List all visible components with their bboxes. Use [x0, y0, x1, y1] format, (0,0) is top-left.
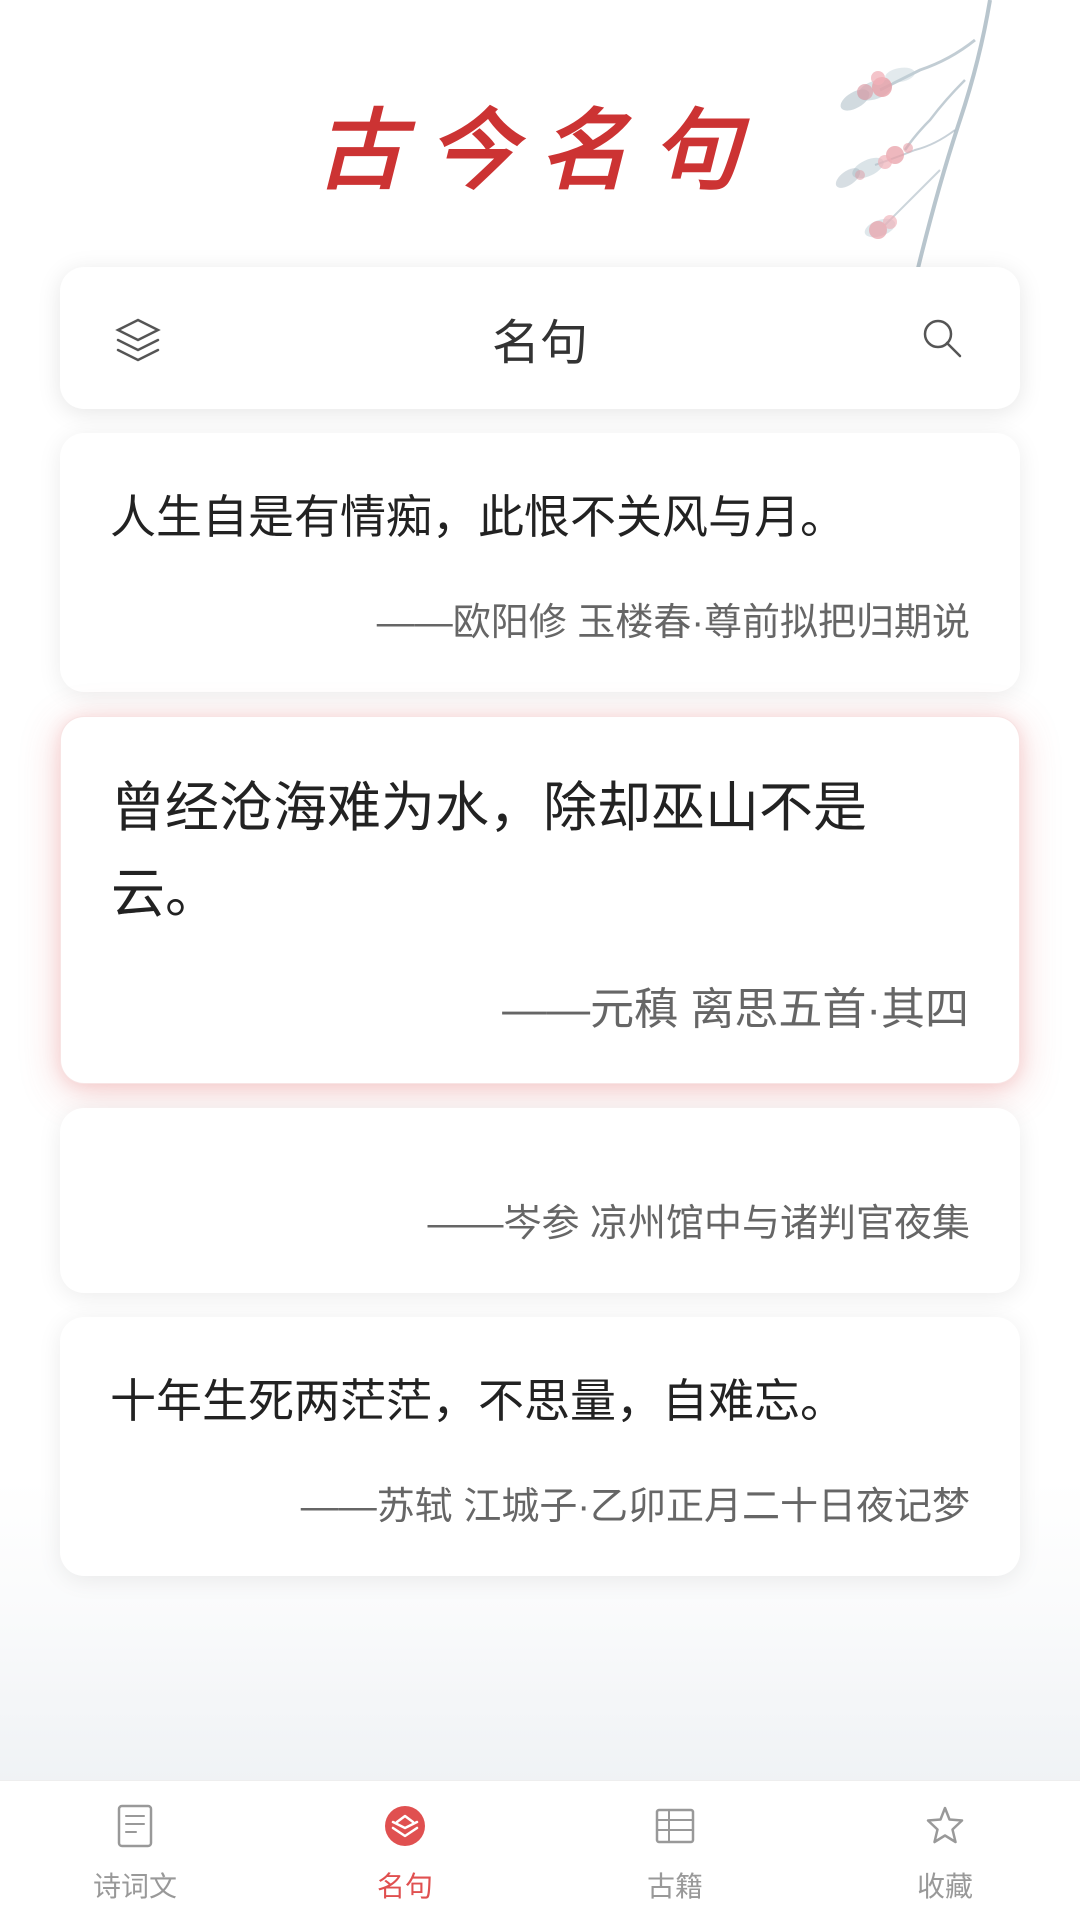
quotes-icon [376, 1797, 434, 1855]
quote-card-1[interactable]: 人生自是有情痴，此恨不关风与月。 ——欧阳修 玉楼春·尊前拟把归期说 [60, 433, 1020, 692]
title-area: 古今名句 [0, 0, 1080, 267]
quote-card-3[interactable]: ——岑参 凉州馆中与诸判官夜集 [60, 1108, 1020, 1293]
quote-source-2: ——元稹 离思五首·其四 [111, 977, 969, 1043]
search-button[interactable] [914, 310, 970, 366]
quote-text-2: 曾经沧海难为水，除却巫山不是云。 [111, 765, 969, 938]
tab-item-quotes[interactable]: 名句 [270, 1797, 540, 1905]
tab-item-poetry[interactable]: 诗词文 [0, 1797, 270, 1905]
quote-source-1: ——欧阳修 玉楼春·尊前拟把归期说 [110, 595, 970, 652]
tab-label-quotes: 名句 [377, 1865, 433, 1905]
quote-card-2[interactable]: 曾经沧海难为水，除却巫山不是云。 ——元稹 离思五首·其四 [60, 716, 1020, 1085]
classics-icon [646, 1797, 704, 1855]
tab-label-classics: 古籍 [647, 1865, 703, 1905]
quote-text-1: 人生自是有情痴，此恨不关风与月。 [110, 481, 970, 555]
tab-label-poetry: 诗词文 [93, 1865, 177, 1905]
tab-item-classics[interactable]: 古籍 [540, 1797, 810, 1905]
nav-bar: 名句 [60, 267, 1020, 409]
favorites-icon [916, 1797, 974, 1855]
nav-bar-title: 名句 [492, 303, 588, 373]
quote-source-4: ——苏轼 江城子·乙卯正月二十日夜记梦 [110, 1479, 970, 1536]
content-area: 名句 人生自是有情痴，此恨不关风与月。 ——欧阳修 玉楼春·尊前拟把归期说 曾经… [0, 267, 1080, 1576]
quote-text-4: 十年生死两茫茫，不思量，自难忘。 [110, 1365, 970, 1439]
tab-item-favorites[interactable]: 收藏 [810, 1797, 1080, 1905]
tab-label-favorites: 收藏 [917, 1865, 973, 1905]
quote-card-4[interactable]: 十年生死两茫茫，不思量，自难忘。 ——苏轼 江城子·乙卯正月二十日夜记梦 [60, 1317, 1020, 1576]
quote-source-3: ——岑参 凉州馆中与诸判官夜集 [110, 1196, 970, 1253]
tab-bar: 诗词文 名句 古籍 [0, 1780, 1080, 1920]
poetry-icon [106, 1797, 164, 1855]
app-title: 古今名句 [0, 80, 1080, 207]
layers-icon[interactable] [110, 310, 166, 366]
